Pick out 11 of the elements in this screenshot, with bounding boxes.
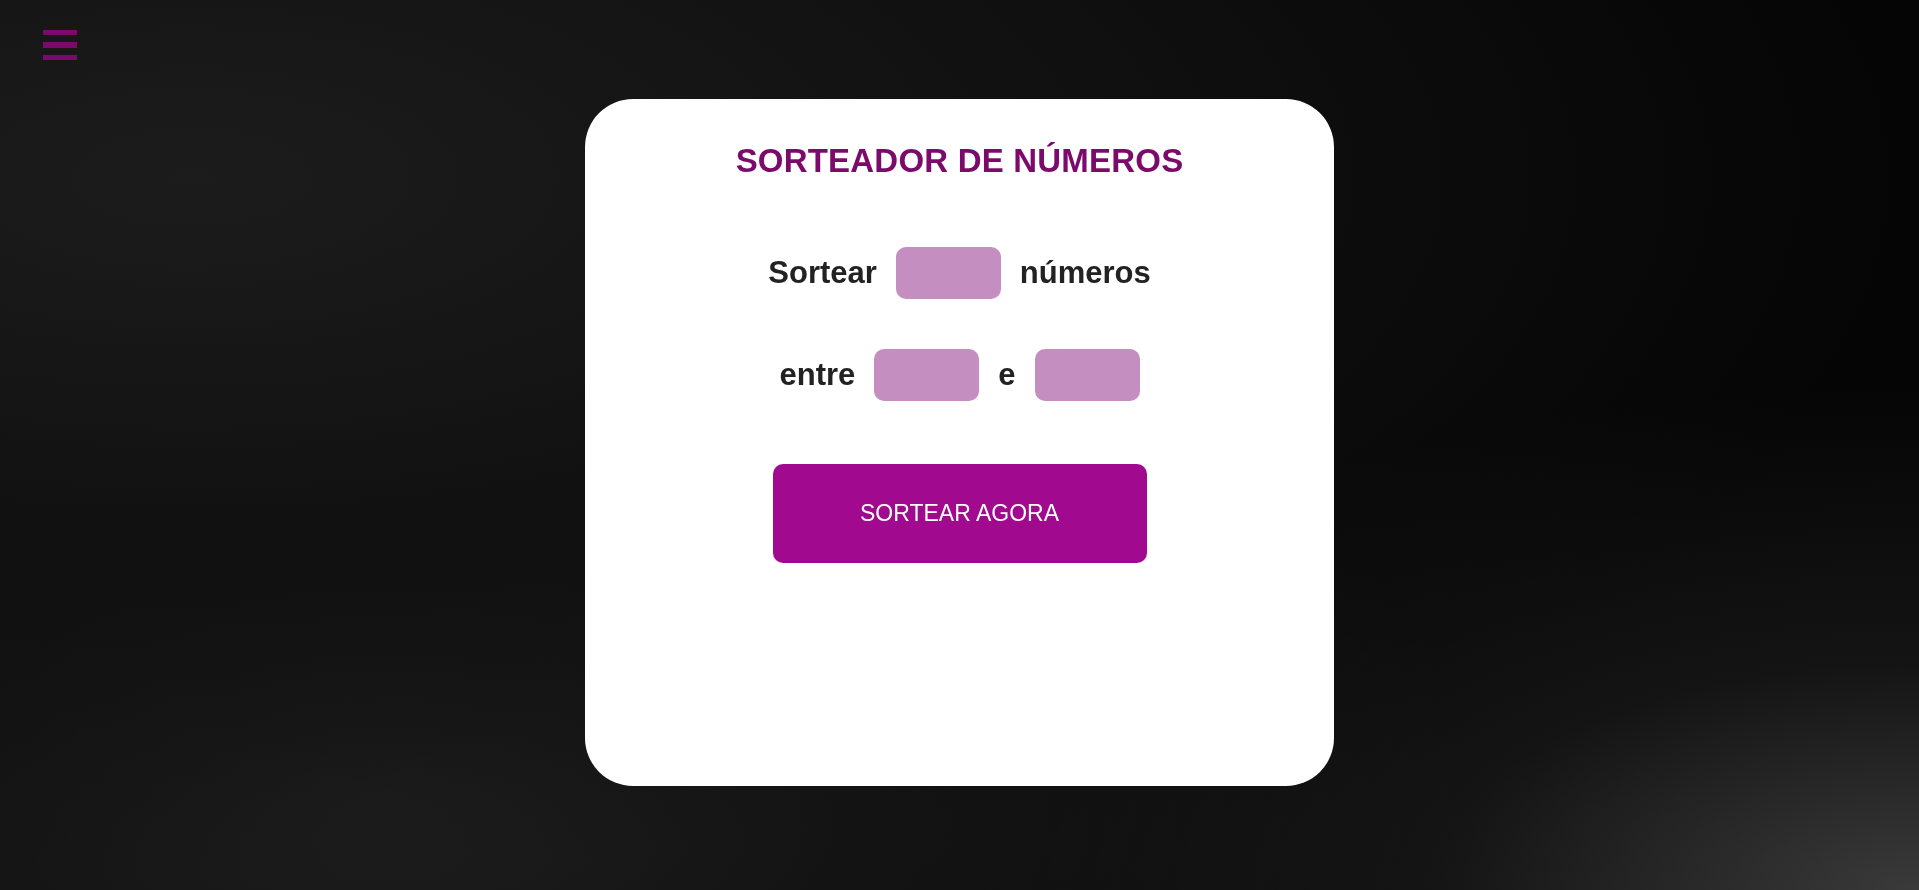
number-input-field[interactable] — [895, 247, 1001, 299]
label-text: Sortear — [768, 254, 877, 292]
number-input-field[interactable] — [874, 349, 980, 401]
menu-button[interactable] — [43, 30, 77, 60]
label-text: e — [998, 356, 1016, 394]
number-input-field[interactable] — [1034, 349, 1140, 401]
draw-button[interactable]: SORTEAR AGORA — [772, 464, 1147, 563]
label-text: entre — [779, 356, 856, 394]
label-text: números — [1019, 254, 1151, 292]
page-title: SORTEADOR DE NÚMEROS — [735, 141, 1184, 181]
menu-icon — [43, 30, 77, 60]
